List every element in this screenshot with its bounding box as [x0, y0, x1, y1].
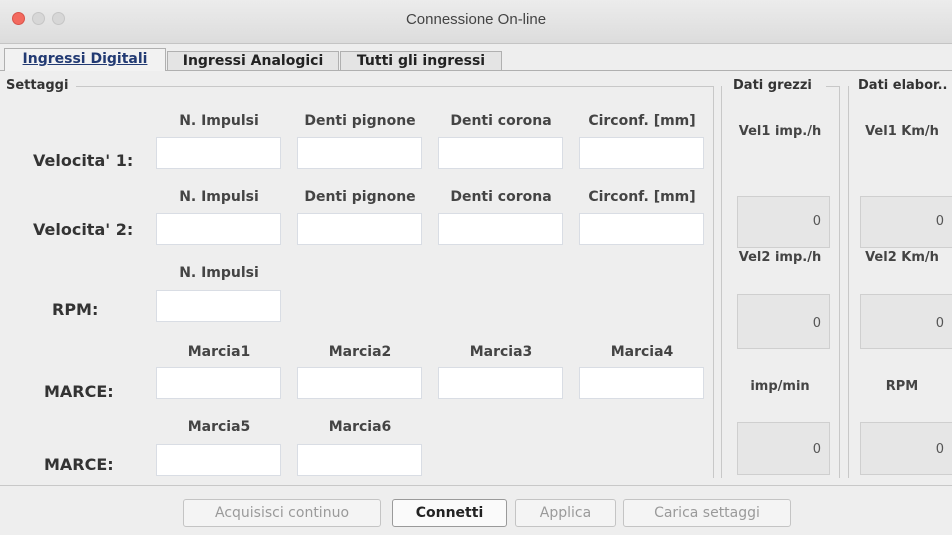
- velocita2-circonf-field[interactable]: [579, 213, 704, 245]
- marcia6-field[interactable]: [297, 444, 422, 476]
- vel2-imp-label: Vel2 imp./h: [738, 250, 822, 265]
- col-label-denti-pignone: Denti pignone: [304, 113, 416, 129]
- col-label-denti-corona: Denti corona: [450, 189, 552, 205]
- col-label-circonf: Circonf. [mm]: [588, 113, 696, 129]
- rpm-value: 0: [860, 422, 952, 475]
- dati-grezzi-group-title: Dati grezzi: [733, 78, 812, 93]
- window-titlebar: Connessione On-line: [0, 0, 952, 44]
- imp-min-label: imp/min: [750, 379, 810, 394]
- vel1-kmh-label: Vel1 Km/h: [865, 124, 939, 139]
- velocita1-denti-pignone-field[interactable]: [297, 137, 422, 169]
- row-label-velocita-2: Velocita' 2:: [33, 220, 134, 239]
- col-label-n-impulsi: N. Impulsi: [179, 113, 259, 129]
- vel1-imp-value: 0: [737, 196, 830, 248]
- vel1-imp-label: Vel1 imp./h: [738, 124, 822, 139]
- col-label-denti-pignone: Denti pignone: [304, 189, 416, 205]
- imp-min-value: 0: [737, 422, 830, 475]
- vel2-kmh-value: 0: [860, 294, 952, 349]
- col-label-n-impulsi: N. Impulsi: [179, 189, 259, 205]
- carica-settaggi-button[interactable]: Carica settaggi: [623, 499, 791, 527]
- velocita1-n-impulsi-field[interactable]: [156, 137, 281, 169]
- tab-ingressi-digitali[interactable]: Ingressi Digitali: [4, 48, 166, 71]
- marcia5-field[interactable]: [156, 444, 281, 476]
- velocita2-denti-corona-field[interactable]: [438, 213, 563, 245]
- col-label-marcia5: Marcia5: [187, 419, 251, 435]
- col-label-marcia4: Marcia4: [610, 344, 674, 360]
- marcia1-field[interactable]: [156, 367, 281, 399]
- velocita1-circonf-field[interactable]: [579, 137, 704, 169]
- settaggi-border: [76, 86, 713, 87]
- vel2-imp-value: 0: [737, 294, 830, 349]
- row-label-marce: MARCE:: [44, 455, 114, 474]
- applica-button[interactable]: Applica: [515, 499, 616, 527]
- vel2-kmh-label: Vel2 Km/h: [865, 250, 939, 265]
- vel1-kmh-value: 0: [860, 196, 952, 248]
- col-label-marcia6: Marcia6: [328, 419, 392, 435]
- col-label-circonf: Circonf. [mm]: [588, 189, 696, 205]
- col-label-marcia3: Marcia3: [469, 344, 533, 360]
- settaggi-border-right: [713, 86, 714, 478]
- dati-elaborati-border-left: [848, 86, 849, 478]
- rpm-label: RPM: [885, 379, 919, 394]
- window-title: Connessione On-line: [405, 11, 547, 28]
- col-label-denti-corona: Denti corona: [450, 113, 552, 129]
- row-label-velocita-1: Velocita' 1:: [33, 151, 134, 170]
- velocita2-n-impulsi-field[interactable]: [156, 213, 281, 245]
- dati-grezzi-border-left: [721, 86, 722, 478]
- col-label-marcia1: Marcia1: [187, 344, 251, 360]
- col-label-n-impulsi: N. Impulsi: [179, 265, 259, 281]
- settaggi-group-title: Settaggi: [6, 78, 69, 93]
- tab-ingressi-analogici[interactable]: Ingressi Analogici: [167, 51, 339, 71]
- connetti-button[interactable]: Connetti: [392, 499, 507, 527]
- col-label-marcia2: Marcia2: [328, 344, 392, 360]
- dati-elaborati-group-title: Dati elabor..: [858, 78, 948, 93]
- tab-bar: Ingressi Digitali Ingressi Analogici Tut…: [0, 43, 952, 71]
- marcia2-field[interactable]: [297, 367, 422, 399]
- marcia3-field[interactable]: [438, 367, 563, 399]
- row-label-marce: MARCE:: [44, 382, 114, 401]
- row-label-rpm: RPM:: [52, 300, 99, 319]
- velocita1-denti-corona-field[interactable]: [438, 137, 563, 169]
- acquisisci-continuo-button[interactable]: Acquisisci continuo: [183, 499, 381, 527]
- velocita2-denti-pignone-field[interactable]: [297, 213, 422, 245]
- button-bar: Acquisisci continuo Connetti Applica Car…: [0, 485, 952, 535]
- marcia4-field[interactable]: [579, 367, 704, 399]
- rpm-n-impulsi-field[interactable]: [156, 290, 281, 322]
- tab-tutti-gli-ingressi[interactable]: Tutti gli ingressi: [340, 51, 502, 71]
- dati-grezzi-border-right: [839, 86, 840, 478]
- dati-grezzi-border: [826, 86, 839, 87]
